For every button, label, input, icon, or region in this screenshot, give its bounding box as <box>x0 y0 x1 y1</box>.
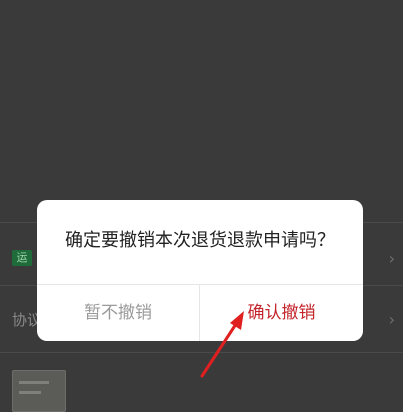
status-badge: 运 <box>12 250 32 266</box>
confirm-revoke-button[interactable]: 确认撤销 <box>200 285 363 341</box>
confirm-dialog: 确定要撤销本次退货退款申请吗？ 暂不撤销 确认撤销 <box>37 200 363 341</box>
chevron-right-icon: › <box>388 249 395 268</box>
product-thumbnail <box>12 370 66 412</box>
divider <box>0 352 403 353</box>
dialog-message: 确定要撤销本次退货退款申请吗？ <box>65 230 335 251</box>
chevron-right-icon: › <box>388 310 395 329</box>
cancel-button[interactable]: 暂不撤销 <box>37 285 199 341</box>
